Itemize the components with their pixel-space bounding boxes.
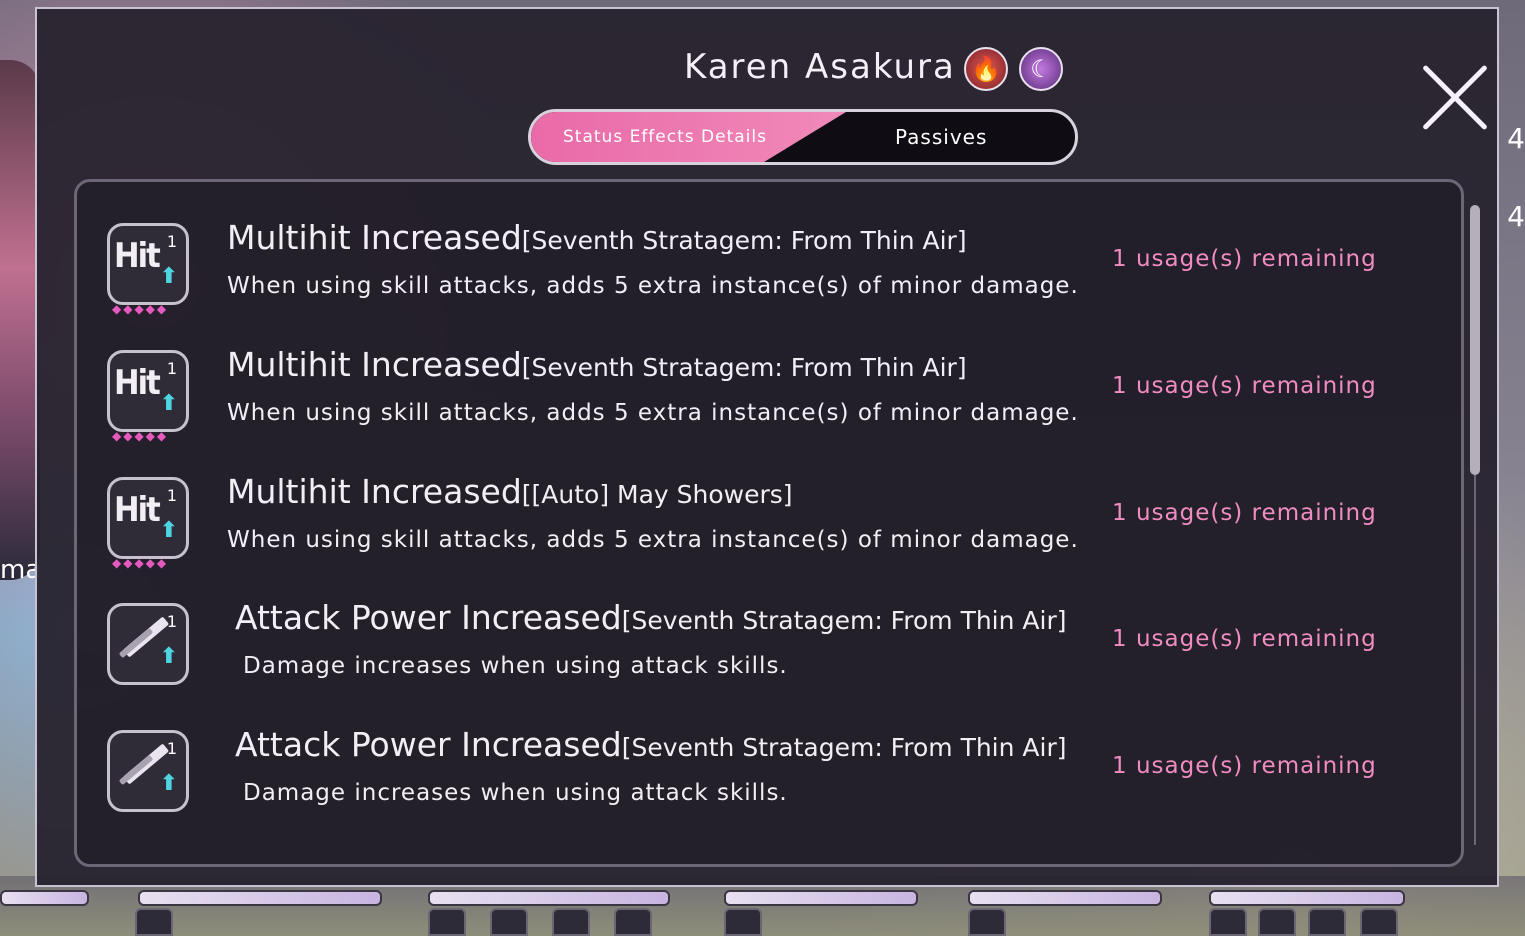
effect-description: Damage increases when using attack skill…	[243, 780, 788, 806]
effect-description: Damage increases when using attack skill…	[243, 653, 788, 679]
character-name: Karen Asakura	[684, 47, 956, 87]
party-buff-icon	[135, 908, 173, 936]
party-hp-bar	[968, 890, 1162, 906]
buff-arrow-icon: ⬆	[159, 771, 178, 796]
moon-icon: ☾	[1019, 47, 1063, 91]
effect-name: Multihit Increased	[227, 345, 522, 384]
party-buff-icon	[1360, 908, 1398, 936]
attack-up-icon: 1 ⬆	[107, 603, 189, 685]
multihit-icon: Hit 1 ⬆ ◆◆◆◆◆	[107, 477, 189, 570]
effect-name: Multihit Increased	[227, 472, 522, 511]
effects-list[interactable]: Hit 1 ⬆ ◆◆◆◆◆ Multihit Increased[Seventh…	[74, 179, 1480, 867]
effect-row[interactable]: Hit 1 ⬆ ◆◆◆◆◆ Multihit Increased[[Auto] …	[107, 472, 1397, 582]
party-hp-bar	[428, 890, 670, 906]
scroll-thumb[interactable]	[1470, 205, 1480, 475]
effect-remaining: 1 usage(s) remaining	[1112, 626, 1377, 652]
party-buff-icon	[614, 908, 652, 936]
tab-status-effects-label[interactable]: Status Effects Details	[563, 127, 767, 147]
party-hp-bar	[724, 890, 918, 906]
effect-source: [[Auto] May Showers]	[521, 480, 793, 509]
effect-row[interactable]: 1 ⬆ Attack Power Increased[Seventh Strat…	[107, 598, 1397, 708]
effect-description: When using skill attacks, adds 5 extra i…	[227, 273, 1079, 299]
effect-name: Attack Power Increased	[235, 725, 622, 764]
effect-source: [Seventh Stratagem: From Thin Air]	[621, 606, 1067, 635]
attack-up-icon: 1 ⬆	[107, 730, 189, 812]
effect-row[interactable]: Hit 1 ⬆ ◆◆◆◆◆ Multihit Increased[Seventh…	[107, 218, 1397, 328]
background-number: 4	[1507, 200, 1525, 233]
party-buff-icon	[490, 908, 528, 936]
effect-title: Attack Power Increased[Seventh Stratagem…	[235, 598, 1067, 637]
tab-bar: Status Effects Details Passives	[528, 109, 1078, 165]
stack-count: 1	[166, 612, 177, 631]
effect-source: [Seventh Stratagem: From Thin Air]	[621, 733, 1067, 762]
status-effects-modal: Karen Asakura 🔥 ☾ Status Effects Details…	[35, 7, 1499, 887]
party-buff-icon	[1209, 908, 1247, 936]
party-hp-bar	[1209, 890, 1405, 906]
stack-count: 1	[166, 739, 177, 758]
multihit-icon: Hit 1 ⬆ ◆◆◆◆◆	[107, 223, 189, 316]
effect-description: When using skill attacks, adds 5 extra i…	[227, 527, 1079, 553]
close-button[interactable]	[1417, 61, 1491, 135]
stack-count: 1	[166, 232, 177, 251]
rank-dots: ◆◆◆◆◆	[112, 429, 169, 443]
effect-row[interactable]: Hit 1 ⬆ ◆◆◆◆◆ Multihit Increased[Seventh…	[107, 345, 1397, 455]
buff-arrow-icon: ⬆	[159, 391, 178, 416]
party-buff-icon	[1308, 908, 1346, 936]
party-buff-icon	[1258, 908, 1296, 936]
effect-source: [Seventh Stratagem: From Thin Air]	[521, 226, 967, 255]
scrollbar[interactable]	[1470, 205, 1480, 845]
party-buff-icon	[552, 908, 590, 936]
effect-title: Multihit Increased[Seventh Stratagem: Fr…	[227, 218, 967, 257]
effect-title: Multihit Increased[Seventh Stratagem: Fr…	[227, 345, 967, 384]
fire-icon: 🔥	[964, 47, 1008, 91]
party-buff-icon	[968, 908, 1006, 936]
party-buff-icon	[724, 908, 762, 936]
stack-count: 1	[166, 486, 177, 505]
character-portrait-partial	[0, 60, 40, 580]
effect-remaining: 1 usage(s) remaining	[1112, 753, 1377, 779]
party-buff-icon	[428, 908, 466, 936]
buff-arrow-icon: ⬆	[159, 644, 178, 669]
effect-remaining: 1 usage(s) remaining	[1112, 500, 1377, 526]
effect-name: Multihit Increased	[227, 218, 522, 257]
effect-description: When using skill attacks, adds 5 extra i…	[227, 400, 1079, 426]
stack-count: 1	[166, 359, 177, 378]
effect-remaining: 1 usage(s) remaining	[1112, 246, 1377, 272]
effect-name: Attack Power Increased	[235, 598, 622, 637]
tab-passives[interactable]: Passives	[895, 125, 987, 149]
background-number: 4	[1507, 122, 1525, 155]
party-hp-bar	[0, 890, 89, 906]
rank-dots: ◆◆◆◆◆	[112, 556, 169, 570]
effect-title: Attack Power Increased[Seventh Stratagem…	[235, 725, 1067, 764]
effect-row[interactable]: 1 ⬆ Attack Power Increased[Seventh Strat…	[107, 725, 1397, 835]
multihit-icon: Hit 1 ⬆ ◆◆◆◆◆	[107, 350, 189, 443]
effect-remaining: 1 usage(s) remaining	[1112, 373, 1377, 399]
party-hp-bar	[138, 890, 382, 906]
effect-title: Multihit Increased[[Auto] May Showers]	[227, 472, 793, 511]
rank-dots: ◆◆◆◆◆	[112, 302, 169, 316]
effect-source: [Seventh Stratagem: From Thin Air]	[521, 353, 967, 382]
buff-arrow-icon: ⬆	[159, 518, 178, 543]
buff-arrow-icon: ⬆	[159, 264, 178, 289]
